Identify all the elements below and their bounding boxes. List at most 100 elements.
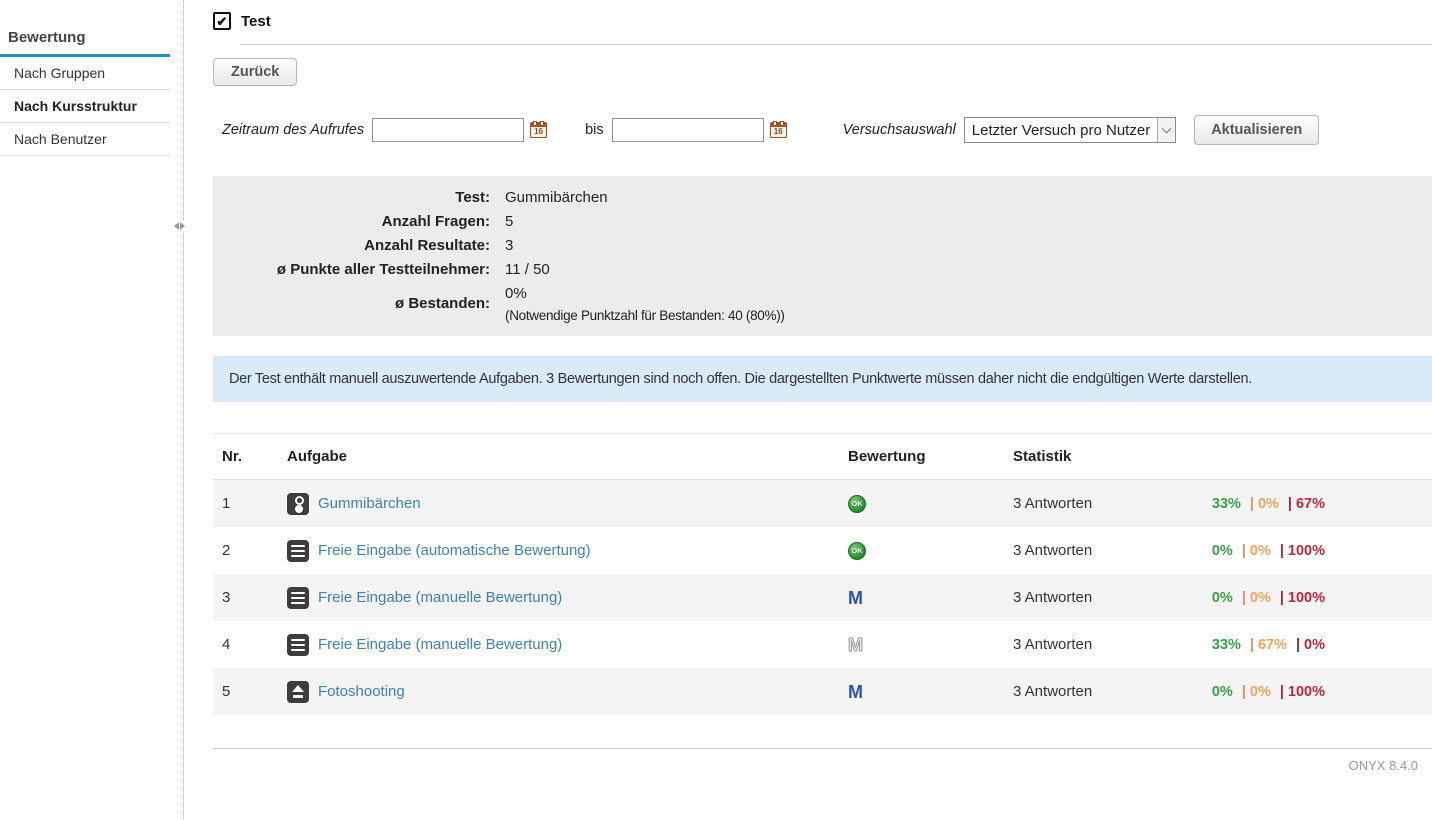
panel-divider[interactable] xyxy=(183,0,184,820)
summary-label: Anzahl Fragen: xyxy=(213,210,490,234)
sidebar-items: Nach Gruppen Nach Kursstruktur Nach Benu… xyxy=(0,57,170,156)
summary-label: Anzahl Resultate: xyxy=(213,234,490,258)
separator: | xyxy=(1250,637,1254,653)
task-type-icon xyxy=(287,540,309,562)
task-number: 2 xyxy=(213,542,287,559)
separator: | xyxy=(1288,496,1292,512)
table-row: 5 Fotoshooting M 3 Antworten 0%|0%|100% xyxy=(213,668,1432,715)
main-content: ✔ Test Zurück Zeitraum des Aufrufes 16 b… xyxy=(213,0,1432,773)
calendar-day-label: 16 xyxy=(531,127,546,137)
correct-percentage: 0% xyxy=(1212,543,1233,559)
answers-count: 3 Antworten xyxy=(1013,636,1178,653)
correct-percentage: 33% xyxy=(1212,496,1241,512)
wrong-percentage: 0% xyxy=(1304,637,1325,653)
statistics-percentages: 0%|0%|100% xyxy=(1178,684,1432,700)
test-checkbox[interactable]: ✔ xyxy=(213,12,231,30)
bis-label: bis xyxy=(585,122,604,138)
task-type-icon xyxy=(287,587,309,609)
filter-row: Zeitraum des Aufrufes 16 bis 16 Versuchs… xyxy=(213,116,1432,144)
table-body: 1 Gummibärchen OK 3 Antworten 33%|0%|67%… xyxy=(213,480,1432,715)
summary-value: Gummibärchen xyxy=(505,186,608,210)
rating-icon: OK xyxy=(848,495,866,513)
page-header: ✔ Test xyxy=(213,0,1432,30)
task-number: 5 xyxy=(213,683,287,700)
column-header-nr: Nr. xyxy=(213,448,287,465)
summary-row-passed: ø Bestanden: 0% (Notwendige Punktzahl fü… xyxy=(213,282,1432,326)
sidebar-title: Bewertung xyxy=(0,0,170,57)
statistics-percentages: 0%|0%|100% xyxy=(1178,590,1432,606)
task-number: 3 xyxy=(213,589,287,606)
correct-percentage: 0% xyxy=(1212,590,1233,606)
attempt-select-value: Letzter Versuch pro Nutzer xyxy=(965,122,1157,139)
separator: | xyxy=(1296,637,1300,653)
sidebar-item[interactable]: Nach Kursstruktur xyxy=(0,90,170,123)
date-to-input[interactable] xyxy=(612,118,764,142)
partial-percentage: 0% xyxy=(1250,590,1271,606)
rating-icon: M xyxy=(848,589,863,607)
summary-rows: Test: Gummibärchen Anzahl Fragen: 5 Anza… xyxy=(213,186,1432,282)
wrong-percentage: 100% xyxy=(1288,543,1325,559)
table-row: 4 Freie Eingabe (manuelle Bewertung) M 3… xyxy=(213,621,1432,668)
task-link[interactable]: Freie Eingabe (automatische Bewertung) xyxy=(318,542,591,559)
summary-value: 3 xyxy=(505,234,513,258)
rating-icon: M xyxy=(848,636,863,654)
page-title: Test xyxy=(241,13,271,30)
task-link[interactable]: Freie Eingabe (manuelle Bewertung) xyxy=(318,589,562,606)
task-number: 1 xyxy=(213,495,287,512)
partial-percentage: 0% xyxy=(1258,496,1279,512)
sidebar-item[interactable]: Nach Benutzer xyxy=(0,123,170,156)
test-summary-box: Test: Gummibärchen Anzahl Fragen: 5 Anza… xyxy=(213,176,1432,336)
task-link[interactable]: Freie Eingabe (manuelle Bewertung) xyxy=(318,636,562,653)
separator: | xyxy=(1280,543,1284,559)
summary-row: Anzahl Resultate: 3 xyxy=(213,234,1432,258)
answers-count: 3 Antworten xyxy=(1013,495,1178,512)
answers-count: 3 Antworten xyxy=(1013,542,1178,559)
panel-resize-handle-icon[interactable] xyxy=(172,220,186,232)
summary-row: ø Punkte aller Testteilnehmer: 11 / 50 xyxy=(213,258,1432,282)
date-from-input[interactable] xyxy=(372,118,524,142)
column-header-task: Aufgabe xyxy=(287,448,848,465)
sidebar-item-label: Nach Gruppen xyxy=(14,65,105,81)
table-row: 1 Gummibärchen OK 3 Antworten 33%|0%|67% xyxy=(213,480,1432,527)
summary-value: 5 xyxy=(505,210,513,234)
answers-count: 3 Antworten xyxy=(1013,589,1178,606)
attempt-select[interactable]: Letzter Versuch pro Nutzer xyxy=(964,117,1176,143)
partial-percentage: 0% xyxy=(1250,684,1271,700)
answers-count: 3 Antworten xyxy=(1013,683,1178,700)
column-header-rating: Bewertung xyxy=(848,448,1013,465)
back-button[interactable]: Zurück xyxy=(213,58,297,86)
partial-percentage: 67% xyxy=(1258,637,1287,653)
task-link[interactable]: Gummibärchen xyxy=(318,495,421,512)
chevron-down-icon xyxy=(1157,118,1175,142)
summary-label: ø Bestanden: xyxy=(213,292,490,316)
task-type-icon xyxy=(287,493,309,515)
header-divider xyxy=(240,44,1432,45)
table-row: 2 Freie Eingabe (automatische Bewertung)… xyxy=(213,527,1432,574)
rating-icon: M xyxy=(848,683,863,701)
separator: | xyxy=(1280,590,1284,606)
partial-percentage: 0% xyxy=(1250,543,1271,559)
sidebar-item-label: Nach Benutzer xyxy=(14,131,107,147)
calendar-icon[interactable]: 16 xyxy=(530,122,547,138)
correct-percentage: 33% xyxy=(1212,637,1241,653)
manual-grading-notice: Der Test enthält manuell auszuwertende A… xyxy=(213,356,1432,402)
attempt-select-label: Versuchsauswahl xyxy=(843,122,956,138)
separator: | xyxy=(1242,684,1246,700)
summary-row: Anzahl Fragen: 5 xyxy=(213,210,1432,234)
calendar-icon[interactable]: 16 xyxy=(770,122,787,138)
separator: | xyxy=(1242,543,1246,559)
correct-percentage: 0% xyxy=(1212,684,1233,700)
refresh-button[interactable]: Aktualisieren xyxy=(1194,115,1319,145)
passed-note: (Notwendige Punktzahl für Bestanden: 40 … xyxy=(505,306,785,326)
task-type-icon xyxy=(287,634,309,656)
sidebar-item[interactable]: Nach Gruppen xyxy=(0,57,170,90)
task-link[interactable]: Fotoshooting xyxy=(318,683,405,700)
separator: | xyxy=(1280,684,1284,700)
separator: | xyxy=(1242,590,1246,606)
task-type-icon xyxy=(287,681,309,703)
triangle-left-icon xyxy=(174,222,179,230)
sidebar-item-label: Nach Kursstruktur xyxy=(14,98,137,114)
table-row: 3 Freie Eingabe (manuelle Bewertung) M 3… xyxy=(213,574,1432,621)
table-header: Nr. Aufgabe Bewertung Statistik xyxy=(213,434,1432,480)
tasks-table: Nr. Aufgabe Bewertung Statistik 1 Gummib… xyxy=(213,433,1432,715)
